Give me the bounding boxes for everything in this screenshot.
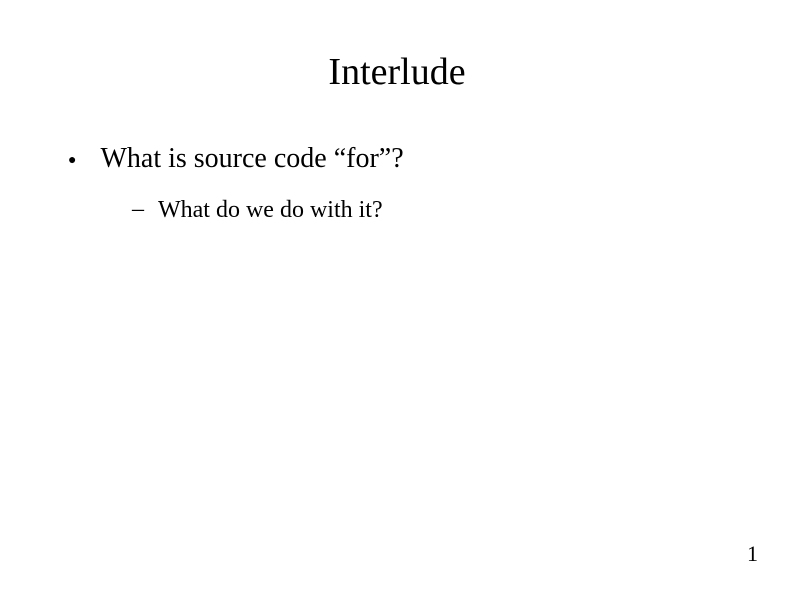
page-number: 1 (747, 541, 758, 567)
bullet-item: ● What is source code “for”? (60, 142, 734, 176)
bullet-text: What is source code “for”? (100, 142, 403, 176)
sub-bullet-item: – What do we do with it? (60, 196, 734, 225)
slide-title: Interlude (60, 50, 734, 94)
sub-bullet-text: What do we do with it? (158, 196, 383, 225)
dash-icon: – (132, 196, 144, 223)
bullet-icon: ● (68, 154, 76, 168)
slide: Interlude ● What is source code “for”? –… (0, 0, 794, 595)
